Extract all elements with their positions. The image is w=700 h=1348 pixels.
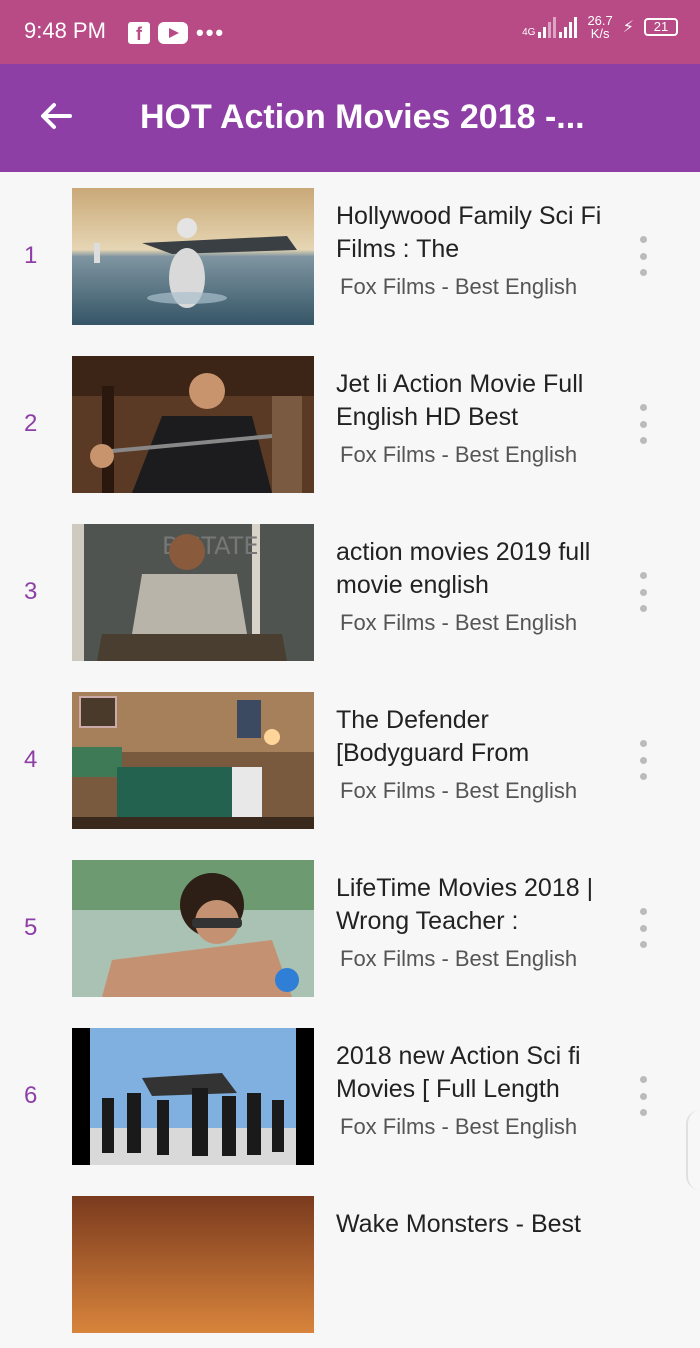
video-title[interactable]: Jet li Action Movie Full English HD Best xyxy=(336,368,614,434)
video-thumbnail[interactable] xyxy=(72,1028,314,1165)
channel-name: Fox Films - Best English xyxy=(340,1114,578,1139)
status-time: 9:48 PM xyxy=(24,18,106,43)
list-item[interactable]: 1 Hollywood Family Sci Fi Films : The Fo… xyxy=(0,172,700,340)
scroll-indicator xyxy=(686,1110,700,1190)
item-index: 4 xyxy=(24,746,38,773)
app-bar: HOT Action Movies 2018 -... xyxy=(0,64,700,172)
list-item[interactable]: 5 LifeTime Movies 2018 | Wrong Teacher :… xyxy=(0,844,700,1012)
item-index: 1 xyxy=(24,242,38,269)
more-notifications-icon: ••• xyxy=(196,20,226,45)
notification-icons: f ••• xyxy=(128,20,225,46)
list-item[interactable]: 6 2018 new Action Sci fi Movies [ Full L… xyxy=(0,1012,700,1180)
video-thumbnail[interactable] xyxy=(72,692,314,829)
list-item[interactable]: 7 Wake Monsters - Best xyxy=(0,1180,700,1348)
arrow-left-icon[interactable] xyxy=(36,96,76,136)
video-thumbnail[interactable] xyxy=(72,188,314,325)
speed-unit: K/s xyxy=(590,26,610,41)
video-title[interactable]: The Defender [Bodyguard From xyxy=(336,704,614,770)
list-item[interactable]: 4 The Defender [Bodyguard From Fox Films… xyxy=(0,676,700,844)
item-index: 6 xyxy=(24,1082,38,1109)
status-right: 4G 26.7 K/s ⚡ 21 xyxy=(522,14,678,40)
facebook-icon: f xyxy=(128,22,150,44)
item-index: 5 xyxy=(24,914,38,941)
more-options-icon[interactable] xyxy=(630,236,656,276)
item-index: 3 xyxy=(24,578,38,605)
video-title[interactable]: Wake Monsters - Best xyxy=(336,1208,614,1274)
more-options-icon[interactable] xyxy=(630,572,656,612)
network-type: 4G xyxy=(522,27,536,38)
page-title: HOT Action Movies 2018 -... xyxy=(140,98,585,136)
channel-name: Fox Films - Best English xyxy=(340,274,578,299)
charging-icon: ⚡ xyxy=(622,19,634,36)
signal-2-icon xyxy=(559,16,578,38)
channel-name: Fox Films - Best English xyxy=(340,946,578,971)
video-thumbnail[interactable]: B STATE xyxy=(72,524,314,661)
network-speed: 26.7 K/s xyxy=(587,14,612,40)
list-item[interactable]: 2 Jet li Action Movie Full English HD Be… xyxy=(0,340,700,508)
item-index: 2 xyxy=(24,410,38,437)
battery-icon: 21 xyxy=(644,18,678,36)
status-bar: 9:48 PM f ••• 4G 26.7 K/s ⚡ 21 xyxy=(0,0,700,64)
video-thumbnail[interactable] xyxy=(72,860,314,997)
video-title[interactable]: 2018 new Action Sci fi Movies [ Full Len… xyxy=(336,1040,614,1106)
more-options-icon[interactable] xyxy=(630,1076,656,1116)
video-thumbnail[interactable] xyxy=(72,1196,314,1333)
list-item[interactable]: 3 B STATE action movies 2019 full movie … xyxy=(0,508,700,676)
video-thumbnail[interactable] xyxy=(72,356,314,493)
more-options-icon[interactable] xyxy=(630,404,656,444)
more-options-icon[interactable] xyxy=(630,740,656,780)
signal-icon xyxy=(538,16,557,38)
video-title[interactable]: Hollywood Family Sci Fi Films : The xyxy=(336,200,614,266)
video-title[interactable]: action movies 2019 full movie english xyxy=(336,536,614,602)
youtube-icon xyxy=(158,22,188,44)
channel-name: Fox Films - Best English xyxy=(340,610,578,635)
video-title[interactable]: LifeTime Movies 2018 | Wrong Teacher : xyxy=(336,872,614,938)
more-options-icon[interactable] xyxy=(630,908,656,948)
channel-name: Fox Films - Best English xyxy=(340,442,578,467)
channel-name: Fox Films - Best English xyxy=(340,778,578,803)
